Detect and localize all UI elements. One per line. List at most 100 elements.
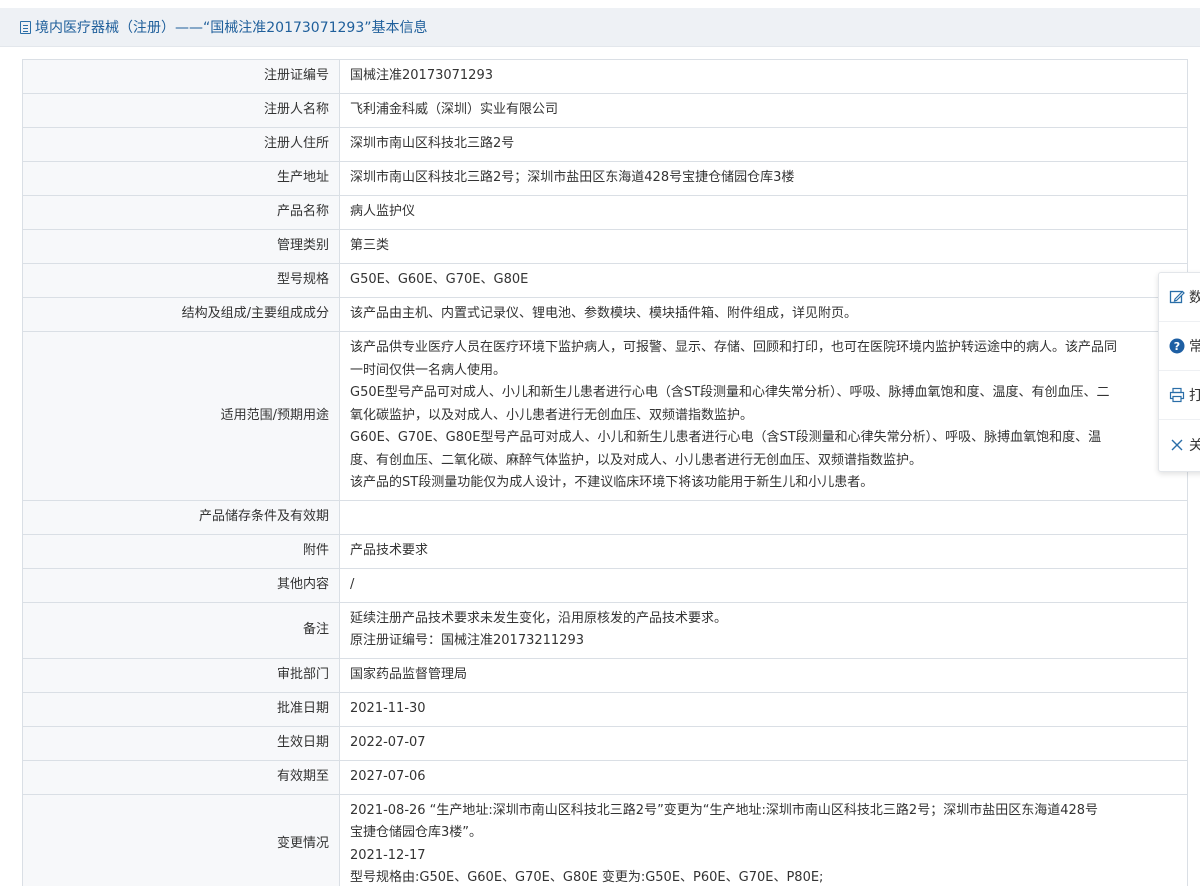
field-value: 国械注准20173071293 — [339, 59, 1188, 94]
field-value-line: 2021-11-30 — [350, 700, 426, 716]
field-value-line: 度、有创血压、二氧化碳、麻醉气体监护，以及对成人、小儿患者进行无创血压、双频谱指… — [350, 452, 923, 468]
table-row: 结构及组成/主要组成成分 该产品由主机、内置式记录仪、锂电池、参数模块、模块插件箱… — [22, 297, 1188, 332]
field-label: 适用范围/预期用途 — [22, 331, 340, 501]
field-label: 产品储存条件及有效期 — [22, 499, 340, 535]
field-value-line: 深圳市南山区科技北三路2号；深圳市盐田区东海道428号宝捷仓储园仓库3楼 — [350, 170, 795, 186]
edit-icon — [1169, 289, 1185, 305]
field-value-line: 该产品由主机、内置式记录仪、锂电池、参数模块、模块插件箱、附件组成，详见附页。 — [350, 306, 858, 322]
field-value-line: G50E、G60E、G70E、G80E — [350, 272, 529, 288]
field-value-line: 宝捷仓储园仓库3楼”。 — [350, 825, 483, 840]
field-value: 延续注册产品技术要求未发生变化，沿用原核发的产品技术要求。 原注册证编号：国械注准… — [339, 601, 1188, 659]
field-value: 病人监护仪 — [339, 195, 1188, 230]
field-value — [339, 499, 1188, 535]
field-label: 型号规格 — [22, 263, 340, 298]
field-label: 注册人住所 — [22, 127, 340, 162]
field-label: 有效期至 — [22, 759, 340, 795]
float-label-faq: 常 — [1189, 339, 1200, 355]
table-row: 管理类别 第三类 — [22, 229, 1188, 264]
field-label: 变更情况 — [22, 793, 340, 886]
field-label: 备注 — [22, 601, 340, 659]
table-row: 注册证编号 国械注准20173071293 — [22, 59, 1188, 94]
table-row: 产品名称 病人监护仪 — [22, 195, 1188, 230]
field-value: 2021-11-30 — [339, 691, 1188, 727]
table-row: 注册人名称 飞利浦金科威（深圳）实业有限公司 — [22, 93, 1188, 128]
page: 境内医疗器械（注册）——“国械注准20173071293”基本信息 注册证编号国… — [0, 0, 1200, 886]
field-value-line: 病人监护仪 — [350, 204, 416, 220]
field-value: 该产品由主机、内置式记录仪、锂电池、参数模块、模块插件箱、附件组成，详见附页。 — [339, 297, 1188, 332]
float-item-print[interactable]: 打 — [1159, 371, 1200, 420]
field-label: 注册人名称 — [22, 93, 340, 128]
field-value-line: / — [350, 576, 355, 592]
table-row: 注册人住所 深圳市南山区科技北三路2号 — [22, 127, 1188, 162]
field-label: 批准日期 — [22, 691, 340, 727]
document-icon — [20, 20, 31, 34]
field-value-line: 2021-08-26 “生产地址:深圳市南山区科技北三路2号”变更为“生产地址:… — [350, 802, 1099, 818]
page-title: 境内医疗器械（注册）——“国械注准20173071293”基本信息 — [35, 20, 428, 36]
table-row: 型号规格 G50E、G60E、G70E、G80E — [22, 263, 1188, 298]
field-value: 飞利浦金科威（深圳）实业有限公司 — [339, 93, 1188, 128]
field-value-line: 该产品供专业医疗人员在医疗环境下监护病人，可报警、显示、存储、回顾和打印，也可在… — [350, 340, 1118, 355]
table-row: 审批部门 国家药品监督管理局 — [22, 657, 1188, 693]
field-value: 2022-07-07 — [339, 725, 1188, 761]
field-value: G50E、G60E、G70E、G80E — [339, 263, 1188, 298]
float-label-data: 数 — [1189, 290, 1200, 306]
field-label: 结构及组成/主要组成成分 — [22, 297, 340, 332]
field-value: 2027-07-06 — [339, 759, 1188, 795]
field-label: 附件 — [22, 533, 340, 569]
field-value-line: 国械注准20173071293 — [350, 68, 493, 84]
field-value: 深圳市南山区科技北三路2号；深圳市盐田区东海道428号宝捷仓储园仓库3楼 — [339, 161, 1188, 196]
field-label: 审批部门 — [22, 657, 340, 693]
field-value-line: 延续注册产品技术要求未发生变化，沿用原核发的产品技术要求。 — [350, 610, 728, 626]
field-value: 深圳市南山区科技北三路2号 — [339, 127, 1188, 162]
field-value-line: 2022-07-07 — [350, 734, 426, 750]
page-header: 境内医疗器械（注册）——“国械注准20173071293”基本信息 — [0, 8, 1200, 47]
field-label: 生产地址 — [22, 161, 340, 196]
field-value-line: 原注册证编号：国械注准20173211293 — [350, 633, 584, 648]
field-value-line: 2021-12-17 — [350, 847, 426, 863]
field-label: 产品名称 — [22, 195, 340, 230]
info-table: 注册证编号 国械注准20173071293 注册人名称 飞利浦金科威（深圳）实业有限公… — [22, 59, 1188, 886]
field-value-line: 2027-07-06 — [350, 768, 426, 784]
table-row: 备注 延续注册产品技术要求未发生变化，沿用原核发的产品技术要求。 原注册证编号：国械… — [22, 601, 1188, 659]
close-icon — [1169, 437, 1185, 453]
table-row: 生产地址 深圳市南山区科技北三路2号；深圳市盐田区东海道428号宝捷仓储园仓库3楼 — [22, 161, 1188, 196]
field-value-line: 产品技术要求 — [350, 542, 429, 558]
svg-text:?: ? — [1174, 340, 1180, 353]
floating-toolbar: 数 ? 常 打 关 — [1158, 272, 1200, 472]
field-value-line: G60E、G70E、G80E型号产品可对成人、小儿和新生儿患者进行心电（含ST段… — [350, 430, 1102, 445]
float-item-data[interactable]: 数 — [1159, 273, 1200, 322]
float-item-close[interactable]: 关 — [1159, 420, 1200, 469]
field-value-line: 该产品的ST段测量功能仅为成人设计，不建议临床环境下将该功能用于新生儿和小儿患者… — [350, 475, 874, 490]
field-value-line: 第三类 — [350, 238, 390, 254]
table-row: 其他内容 / — [22, 567, 1188, 603]
table-row: 生效日期 2022-07-07 — [22, 725, 1188, 761]
field-value: 第三类 — [339, 229, 1188, 264]
float-label-close: 关 — [1189, 437, 1200, 454]
field-value-line: 一时间仅供一名病人使用。 — [350, 362, 507, 378]
table-row: 批准日期 2021-11-30 — [22, 691, 1188, 727]
field-label: 生效日期 — [22, 725, 340, 761]
table-row: 变更情况 2021-08-26 “生产地址:深圳市南山区科技北三路2号”变更为“生… — [22, 793, 1188, 886]
field-label: 注册证编号 — [22, 59, 340, 94]
float-label-print: 打 — [1189, 388, 1200, 404]
field-value-line: 国家药品监督管理局 — [350, 666, 468, 682]
field-value: 2021-08-26 “生产地址:深圳市南山区科技北三路2号”变更为“生产地址:… — [339, 793, 1188, 886]
field-value: 国家药品监督管理局 — [339, 657, 1188, 693]
field-value: / — [339, 567, 1188, 603]
field-value-line: 飞利浦金科威（深圳）实业有限公司 — [350, 102, 559, 118]
float-item-faq[interactable]: ? 常 — [1159, 322, 1200, 371]
table-row: 适用范围/预期用途 该产品供专业医疗人员在医疗环境下监护病人，可报警、显示、存储、… — [22, 331, 1188, 501]
field-value-line: 型号规格由:G50E、G60E、G70E、G80E 变更为:G50E、P60E、… — [350, 870, 824, 885]
field-value: 该产品供专业医疗人员在医疗环境下监护病人，可报警、显示、存储、回顾和打印，也可在… — [339, 331, 1188, 501]
info-table-wrapper: 注册证编号 国械注准20173071293 注册人名称 飞利浦金科威（深圳）实业有限公… — [22, 59, 1188, 886]
table-row: 产品储存条件及有效期 — [22, 499, 1188, 535]
field-value: 产品技术要求 — [339, 533, 1188, 569]
field-value-line: G50E型号产品可对成人、小儿和新生儿患者进行心电（含ST段测量和心律失常分析）… — [350, 385, 1110, 400]
help-icon: ? — [1169, 338, 1185, 354]
print-icon — [1169, 387, 1185, 403]
field-value-line: 深圳市南山区科技北三路2号 — [350, 136, 515, 152]
table-row: 附件 产品技术要求 — [22, 533, 1188, 569]
field-label: 管理类别 — [22, 229, 340, 264]
field-label: 其他内容 — [22, 567, 340, 603]
field-value-line: 氧化碳监护，以及对成人、小儿患者进行无创血压、双频谱指数监护。 — [350, 407, 754, 423]
